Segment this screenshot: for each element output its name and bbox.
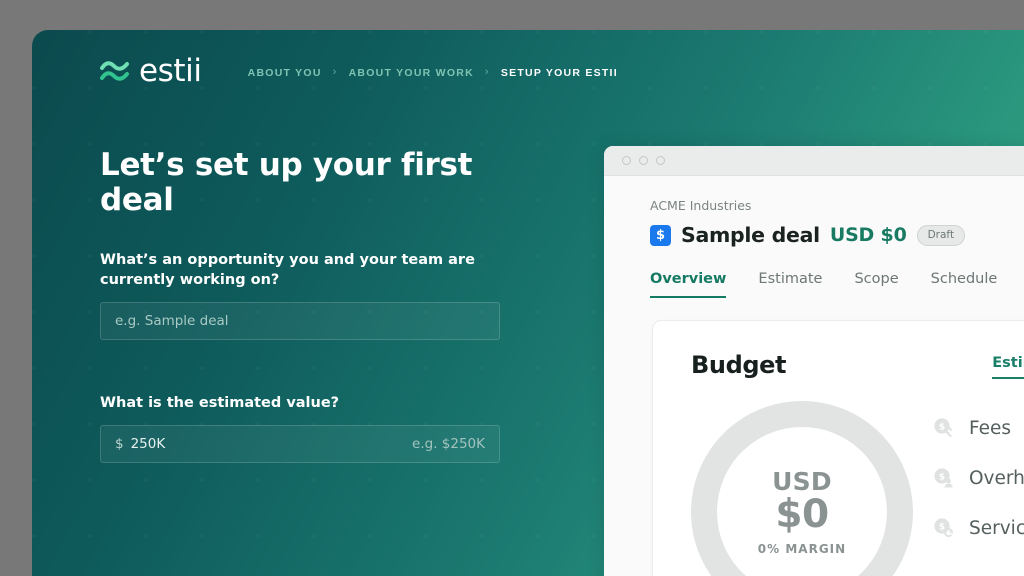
legend-item-fees[interactable]: $ Fees [933,417,1024,439]
budget-donut-chart: USD $0 0% MARGIN [691,401,913,576]
coin-wrench-icon: $ [934,418,952,438]
brand-logo[interactable]: estii [100,56,202,87]
window-chrome-bar [604,146,1024,176]
budget-card: Budget Estimates USD $0 0% MARGIN [652,320,1024,576]
onboarding-form: Let’s set up your first deal What’s an o… [100,147,500,464]
deal-value-text: 250K [130,436,166,453]
tab-estimate[interactable]: Estimate [758,271,822,298]
deal-preview-window: ACME Industries $ Sample deal USD $0 Dra… [604,146,1024,576]
brand-logo-text: estii [139,53,202,89]
budget-card-header: Budget Estimates [691,351,1024,379]
legend-item-services[interactable]: $ Services [933,517,1024,539]
svg-text:$: $ [939,523,945,533]
chevron-right-icon: › [484,65,490,78]
deal-name-placeholder: e.g. Sample deal [115,313,229,330]
deal-tabs: Overview Estimate Scope Schedule [650,271,1024,298]
dollar-badge-icon: $ [650,224,671,246]
breadcrumb: ABOUT YOU › ABOUT YOUR WORK › SETUP YOUR… [248,64,618,79]
window-close-dot-icon[interactable] [622,156,631,165]
legend-item-overheads[interactable]: $ Overheads [933,467,1024,489]
deal-header: $ Sample deal USD $0 Draft [650,223,1024,247]
status-badge[interactable]: Draft [916,224,966,246]
deal-preview-body: ACME Industries $ Sample deal USD $0 Dra… [604,176,1024,576]
budget-legend: $ Fees $ Overhea [933,417,1024,539]
deal-value-label: What is the estimated value? [100,395,340,412]
breadcrumb-item-about-your-work[interactable]: ABOUT YOUR WORK [349,67,474,79]
breadcrumb-item-setup-your-estii[interactable]: SETUP YOUR ESTII [501,67,618,79]
onboarding-app-card: estii ABOUT YOU › ABOUT YOUR WORK › SETU… [32,30,1024,576]
tab-overview[interactable]: Overview [650,271,727,298]
coin-person-icon: $ [934,468,953,488]
deal-name-heading: Sample deal [681,223,820,247]
company-name: ACME Industries [650,198,752,213]
svg-text:$: $ [939,473,945,483]
window-maximize-dot-icon[interactable] [656,156,665,165]
tab-scope[interactable]: Scope [854,271,898,298]
currency-symbol: $ [115,436,124,453]
legend-label-fees: Fees [969,417,1012,439]
window-minimize-dot-icon[interactable] [639,156,648,165]
legend-label-overheads: Overheads [969,467,1024,489]
deal-value-hint: e.g. $250K [412,436,485,453]
tab-schedule[interactable]: Schedule [931,271,998,298]
coin-recurring-icon: $ [934,518,953,538]
donut-amount-label: $0 [775,492,829,538]
budget-title: Budget [691,351,787,379]
donut-margin-label: 0% MARGIN [757,542,847,557]
wave-approx-equal-icon [100,60,129,81]
budget-card-content: USD $0 0% MARGIN $ Fees $ Overh $ Servi [691,401,1024,576]
chevron-right-icon: › [332,65,338,78]
breadcrumb-item-about-you[interactable]: ABOUT YOU [248,67,322,79]
donut-center-labels: USD $0 0% MARGIN [691,401,913,576]
donut-currency-label: USD [772,466,832,496]
deal-value-input[interactable]: $ 250K e.g. $250K [100,425,500,464]
estimates-link[interactable]: Estimates [992,355,1024,379]
top-bar: estii ABOUT YOU › ABOUT YOUR WORK › SETU… [100,56,618,87]
legend-label-services: Services [969,517,1024,539]
page-title: Let’s set up your first deal [100,147,473,218]
deal-name-label: What’s an opportunity you and your team … [100,252,475,289]
deal-value-content: $ 250K [115,436,165,452]
svg-text:$: $ [939,423,945,433]
deal-name-input[interactable]: e.g. Sample deal [100,302,500,341]
deal-total-amount: USD $0 [829,224,907,246]
